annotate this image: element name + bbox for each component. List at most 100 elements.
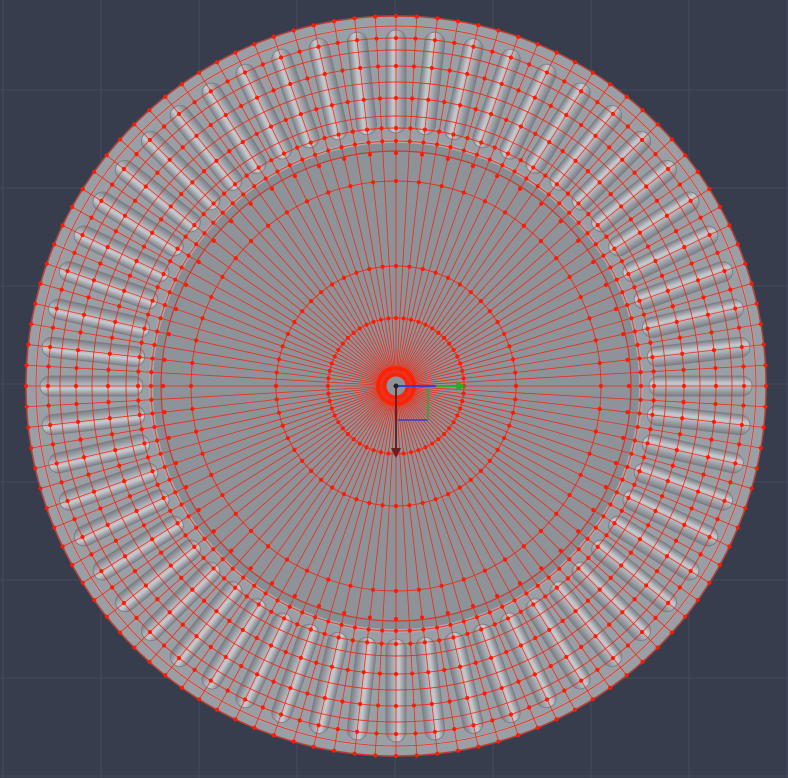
vertex <box>490 49 495 54</box>
vertex <box>150 469 155 474</box>
vertex <box>74 365 79 371</box>
vertex <box>593 525 598 530</box>
vertex <box>386 316 391 321</box>
vertex <box>457 103 463 108</box>
vertex <box>223 112 228 118</box>
vertex <box>269 186 275 191</box>
viewport-canvas[interactable] <box>0 0 788 778</box>
vertex <box>468 477 473 482</box>
vertex <box>393 671 399 677</box>
vertex <box>326 148 331 153</box>
vertex <box>89 552 94 557</box>
vertex <box>579 678 584 683</box>
vertex <box>78 437 83 442</box>
vertex <box>513 397 518 402</box>
vertex <box>80 580 85 585</box>
vertex <box>701 472 706 477</box>
vertex <box>457 485 462 490</box>
vertex <box>147 659 152 664</box>
vertex <box>677 182 682 187</box>
vertex <box>190 180 195 185</box>
vertex <box>208 89 213 94</box>
vertex <box>505 151 511 156</box>
vertex <box>188 383 194 389</box>
vertex <box>190 360 195 366</box>
vertex <box>345 431 351 437</box>
vertex <box>285 435 290 441</box>
vertex <box>524 176 529 181</box>
vertex <box>457 664 463 669</box>
vertex <box>593 242 598 247</box>
vertex <box>330 485 335 490</box>
vertex <box>283 649 288 655</box>
vertex <box>316 603 322 609</box>
vertex <box>504 117 509 123</box>
vertex <box>628 217 633 222</box>
vertex <box>260 62 265 67</box>
vertex <box>292 447 297 452</box>
vertex <box>601 253 606 258</box>
vertex <box>361 97 366 102</box>
vertex <box>621 435 626 440</box>
vertex <box>345 99 350 105</box>
vertex <box>367 152 373 157</box>
vertex <box>269 581 275 586</box>
vertex <box>175 246 180 251</box>
vertex <box>620 477 625 482</box>
vertex <box>445 275 451 280</box>
vertex <box>645 523 651 528</box>
vertex <box>194 429 199 434</box>
vertex <box>393 628 399 634</box>
vertex <box>354 270 359 275</box>
vertex <box>348 583 353 588</box>
vertex <box>573 609 578 614</box>
vertex <box>510 357 516 362</box>
vertex <box>305 76 310 81</box>
vertex <box>626 271 631 277</box>
vertex <box>531 602 536 607</box>
vertex <box>135 383 141 389</box>
vertex <box>89 215 94 220</box>
vertex <box>233 50 238 55</box>
vertex <box>632 285 637 290</box>
vertex <box>516 679 521 684</box>
vertex <box>29 445 34 451</box>
vertex <box>91 278 97 283</box>
vertex <box>407 264 412 269</box>
vertex <box>439 583 444 588</box>
vertex <box>669 137 674 142</box>
vertex <box>239 663 244 669</box>
vertex <box>504 649 509 655</box>
vertex <box>180 145 185 150</box>
vertex <box>423 445 428 450</box>
vertex <box>155 597 160 602</box>
vertex <box>358 701 363 707</box>
vertex <box>441 431 447 437</box>
vertex <box>585 169 591 174</box>
vertex <box>548 103 553 109</box>
vertex <box>38 486 43 491</box>
vertex <box>48 422 53 428</box>
3d-viewport[interactable] <box>0 0 788 778</box>
vertex <box>239 103 244 109</box>
vertex <box>736 442 742 447</box>
vertex <box>166 435 171 440</box>
vertex <box>269 609 274 614</box>
vertex <box>393 703 399 709</box>
vertex <box>155 482 160 487</box>
vertex <box>715 517 720 522</box>
vertex <box>393 63 399 69</box>
vertex <box>44 261 49 266</box>
vertex <box>109 432 115 437</box>
vertex <box>367 500 372 506</box>
vertex <box>322 71 327 77</box>
vertex <box>366 140 371 145</box>
vertex <box>448 145 453 150</box>
vertex <box>620 290 625 295</box>
vertex <box>173 306 179 312</box>
vertex <box>167 610 172 615</box>
vertex <box>326 190 331 195</box>
vertex <box>455 413 460 418</box>
vertex <box>591 259 596 265</box>
vertex <box>516 34 521 39</box>
